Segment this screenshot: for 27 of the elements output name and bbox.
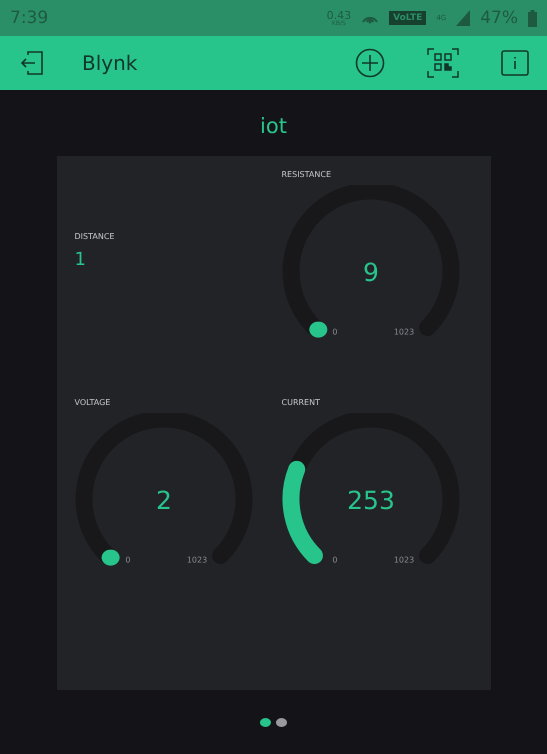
gauge-max: 1023 [393, 556, 414, 565]
signal-icon [456, 10, 470, 26]
page-dot[interactable] [276, 718, 287, 727]
qr-code-button[interactable] [427, 48, 459, 78]
gauge-min: 0 [332, 556, 338, 565]
widget-label: CURRENT [280, 398, 321, 407]
info-button[interactable] [501, 50, 529, 76]
gauge-max: 1023 [393, 328, 414, 337]
project-title: iot [260, 114, 287, 140]
volte-badge: VoLTE [389, 11, 426, 25]
gauge-fill [101, 550, 120, 566]
logout-button[interactable] [20, 50, 44, 76]
gauge-value: 2 [156, 486, 172, 515]
gauge-max: 1023 [186, 556, 207, 565]
widget-value: 1 [74, 249, 87, 270]
widget-label: DISTANCE [74, 232, 116, 241]
battery-icon [528, 10, 537, 26]
add-button[interactable] [355, 48, 385, 78]
gauge-min: 0 [332, 328, 338, 337]
gauge-value: 253 [346, 486, 394, 515]
widget-label: VOLTAGE [74, 398, 112, 407]
widget-label: RESISTANCE [280, 170, 332, 179]
page-dot[interactable] [260, 718, 271, 727]
gauge-min: 0 [124, 556, 130, 565]
app-title: Blynk [82, 51, 138, 75]
gauge-value: 9 [362, 258, 378, 287]
gauge-fill [308, 322, 327, 338]
